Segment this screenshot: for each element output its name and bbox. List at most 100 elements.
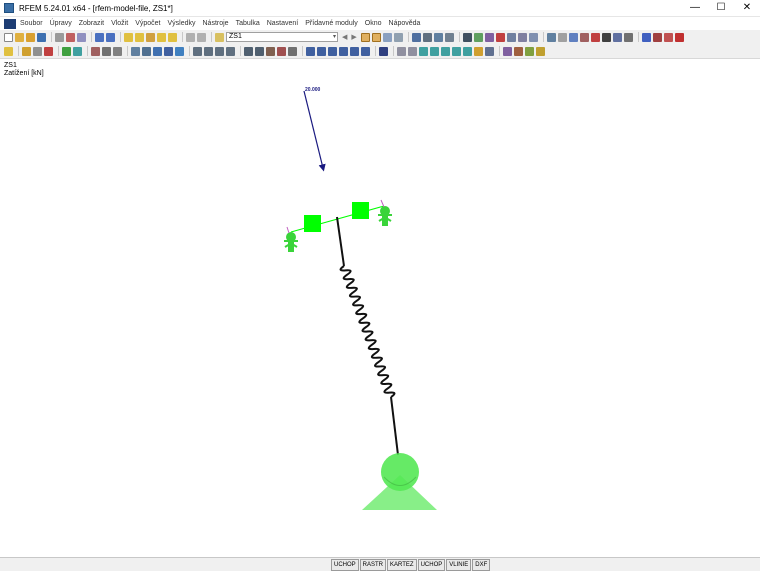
redo-icon[interactable] — [106, 32, 115, 42]
minimize-button[interactable]: — — [682, 0, 708, 16]
status-rastr-button[interactable]: RASTR — [359, 559, 387, 571]
help-icon[interactable] — [641, 32, 651, 42]
check-icon[interactable] — [525, 46, 534, 56]
snap-icon[interactable] — [339, 46, 348, 56]
results-graph-icon[interactable] — [444, 32, 454, 42]
design-icon[interactable] — [536, 46, 545, 56]
spring-upper-link[interactable] — [336, 216, 345, 267]
cut-icon[interactable] — [557, 32, 567, 42]
show-results-icon[interactable] — [360, 32, 370, 42]
pan-icon[interactable] — [277, 46, 286, 56]
zoom-all-icon[interactable] — [255, 46, 264, 56]
next-load-case-icon[interactable]: ▶ — [351, 33, 356, 41]
warning-icon[interactable] — [579, 32, 589, 42]
delete-icon[interactable] — [590, 32, 600, 42]
menu-vlozit[interactable]: Vložit — [111, 20, 128, 27]
nodal-force-arrow[interactable] — [303, 90, 326, 172]
undo-icon[interactable] — [95, 32, 104, 42]
print-icon[interactable] — [55, 32, 64, 42]
previous-load-case-icon[interactable]: ◀ — [342, 33, 347, 41]
orbit-icon[interactable] — [288, 46, 297, 56]
print-report-icon[interactable] — [66, 32, 75, 42]
display-icon[interactable] — [168, 32, 177, 42]
polygon-icon[interactable] — [463, 46, 472, 56]
measure-icon[interactable] — [546, 32, 556, 42]
maximize-button[interactable]: ☐ — [708, 0, 734, 16]
member-load-icon[interactable] — [102, 46, 111, 56]
close-button[interactable]: ✕ — [734, 0, 760, 16]
nodal-load-icon[interactable] — [91, 46, 100, 56]
move-icon[interactable] — [142, 46, 151, 56]
status-ouchop-button[interactable]: UCHOP — [417, 559, 446, 571]
status-dxf-button[interactable]: DXF — [472, 559, 491, 571]
comment-icon[interactable] — [135, 32, 144, 42]
spring-coil[interactable] — [339, 265, 396, 398]
export-icon[interactable] — [612, 32, 622, 42]
calculate-all-icon[interactable] — [422, 32, 432, 42]
view-iso-icon[interactable] — [226, 46, 235, 56]
layer-icon[interactable] — [474, 46, 483, 56]
member-icon[interactable] — [33, 46, 42, 56]
support-icon[interactable] — [62, 46, 71, 56]
addon-icon[interactable] — [652, 32, 662, 42]
menu-napoveda[interactable]: Nápověda — [389, 20, 421, 27]
model-view-icon[interactable] — [462, 32, 472, 42]
text-icon[interactable] — [408, 46, 417, 56]
rotate-icon[interactable] — [153, 46, 162, 56]
member-hinge-right[interactable] — [352, 202, 369, 219]
table-icon[interactable] — [186, 32, 195, 42]
report-icon[interactable] — [77, 32, 86, 42]
circle-icon[interactable] — [452, 46, 461, 56]
settings-icon[interactable] — [623, 32, 633, 42]
status-kartez-button[interactable]: KARTEZ — [387, 559, 417, 571]
axes-icon[interactable] — [568, 32, 578, 42]
document-icon[interactable] — [4, 18, 16, 29]
calculate-icon[interactable] — [411, 32, 421, 42]
node-icon[interactable] — [4, 46, 13, 56]
save-icon[interactable] — [37, 32, 46, 42]
guide-icon[interactable] — [350, 46, 359, 56]
select-icon[interactable] — [131, 46, 140, 56]
section-icon[interactable] — [484, 32, 494, 42]
arrow-icon[interactable] — [430, 46, 439, 56]
menu-tabulka[interactable]: Tabulka — [236, 20, 260, 27]
visibility-icon[interactable] — [517, 32, 527, 42]
panel-icon[interactable] — [495, 32, 505, 42]
mirror-icon[interactable] — [164, 46, 173, 56]
menu-soubor[interactable]: Soubor — [20, 20, 43, 27]
copy-icon[interactable] — [175, 46, 184, 56]
numbering-icon[interactable] — [306, 46, 315, 56]
zoom-window-icon[interactable] — [266, 46, 275, 56]
open-recent-icon[interactable] — [26, 32, 35, 42]
load-case-select[interactable]: ZS1 ▾ — [226, 32, 338, 42]
find-icon[interactable] — [146, 32, 155, 42]
results-icon[interactable] — [503, 46, 512, 56]
view-y-icon[interactable] — [204, 46, 213, 56]
deformation-icon[interactable] — [382, 32, 392, 42]
local-axes-icon[interactable] — [317, 46, 326, 56]
new-file-icon[interactable] — [4, 32, 13, 42]
menu-okno[interactable]: Okno — [365, 20, 382, 27]
zoom-icon[interactable] — [244, 46, 253, 56]
status-vlinie-button[interactable]: VLINIE — [446, 559, 472, 571]
view-icon[interactable] — [157, 32, 166, 42]
menu-vypocet[interactable]: Výpočet — [135, 20, 160, 27]
menu-pridavne-moduly[interactable]: Přídavné moduly — [305, 20, 358, 27]
dimension-icon[interactable] — [397, 46, 406, 56]
menu-upravy[interactable]: Úpravy — [50, 20, 72, 27]
line-icon[interactable] — [22, 46, 31, 56]
clipping-icon[interactable] — [506, 32, 516, 42]
view-z-icon[interactable] — [215, 46, 224, 56]
results-table-icon[interactable] — [433, 32, 443, 42]
hinge-icon[interactable] — [73, 46, 82, 56]
member-hinge-left[interactable] — [304, 215, 321, 232]
edit-icon[interactable] — [124, 32, 133, 42]
diagram-icon[interactable] — [514, 46, 523, 56]
spring-lower-link[interactable] — [390, 396, 399, 456]
isolines-icon[interactable] — [393, 32, 403, 42]
surface-icon[interactable] — [44, 46, 53, 56]
model-viewport[interactable] — [0, 59, 760, 556]
status-uchop-button[interactable]: UCHOP — [331, 559, 359, 571]
surface-load-icon[interactable] — [113, 46, 122, 56]
grid-icon[interactable] — [328, 46, 337, 56]
